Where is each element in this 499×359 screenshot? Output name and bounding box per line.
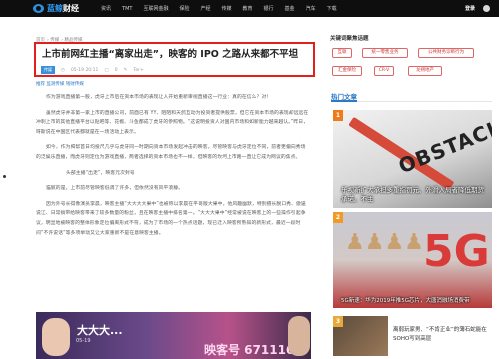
hot-article-card[interactable]: OBSTACLE 1 乐视新扩大承担多重指罚元、外滑入局者降低期货承诺。不主 bbox=[333, 110, 492, 208]
nav-item-auto[interactable]: 汽车 bbox=[306, 5, 316, 12]
nav-item-industry[interactable]: 产经 bbox=[200, 5, 210, 12]
figurines-graphic: ♟♟♟♟ bbox=[345, 230, 424, 255]
topic-tag[interactable]: 汇金保险 bbox=[332, 66, 362, 76]
rank-badge: 2 bbox=[333, 212, 343, 223]
logo-text-part1: 蓝鲸 bbox=[47, 4, 63, 13]
author-name[interactable]: Ter+ bbox=[133, 68, 143, 73]
main-nav: 资讯 TMT 互联网金融 保险 产经 传媒 教育 银行 基金 汽车 下载 bbox=[101, 0, 348, 17]
topic-tag[interactable]: 公共财务诊断行为 bbox=[418, 48, 474, 58]
hot-article-list-item[interactable]: 3 离弱玩家男、“不肯正业”的薄石蛇能在SOHO写到高层 bbox=[333, 316, 492, 359]
topic-tag[interactable]: 互联 bbox=[332, 48, 352, 58]
hot-article-caption: 乐视新扩大承担多重指罚元、外滑入局者降低期货承诺。不主 bbox=[341, 186, 484, 203]
login-link[interactable]: 登录 bbox=[465, 5, 475, 12]
hot-article-caption: 5G新速：华为2019年推5G芯片，大唐消融场消费带 bbox=[341, 298, 470, 304]
bullet-dot bbox=[3, 175, 6, 178]
hot-title-underline bbox=[331, 100, 357, 102]
nav-item-media[interactable]: 传媒 bbox=[222, 5, 232, 12]
5g-word: 5G bbox=[423, 226, 490, 277]
rank-badge: 1 bbox=[333, 110, 343, 121]
article-body: 推荐 监测传媒 钱财传媒 作为游戏直播第一股，虎牙上市后在资本市场的表现让人开始… bbox=[36, 81, 309, 244]
nav-item-insurance[interactable]: 保险 bbox=[179, 5, 189, 12]
nav-item-download[interactable]: 下载 bbox=[327, 5, 337, 12]
logo-text-part2: 财经 bbox=[63, 4, 79, 13]
rank-badge: 3 bbox=[333, 316, 343, 327]
hot-title-divider bbox=[357, 101, 492, 102]
category-badge[interactable]: 传媒 bbox=[41, 66, 55, 74]
publish-date: 05-19 20:11 bbox=[70, 67, 99, 73]
article-paragraph: 如今，作为揭帮首日均投尺几乎与虎牙同一时期向资本市场发起冲击的映客，尽管映客与虎… bbox=[36, 145, 306, 160]
author-icon: ✎ bbox=[123, 67, 128, 73]
streamer-banner-image: 大大大... 05-19 映客号 671116 bbox=[36, 312, 311, 359]
nav-item-tmt[interactable]: TMT bbox=[122, 6, 132, 12]
article-paragraph: 猫腻的是，上市前尽管映客低调了许多，但依然没有风平浪静。 bbox=[46, 186, 184, 192]
comment-icon: ▢ bbox=[104, 67, 109, 73]
streamer-face bbox=[42, 318, 70, 356]
topic-tag[interactable]: CR-V bbox=[374, 66, 394, 76]
article-meta: 传媒 ◷ 05-19 20:11 ▢ 0 ✎ Ter+ bbox=[41, 66, 150, 74]
article-paragraph: 因为外号长得像演员李晨，映客主播“大大大大果中”也被称以李晨在平哥版大果中，他风… bbox=[36, 201, 306, 236]
whale-logo-icon bbox=[33, 4, 44, 13]
nav-item-fund[interactable]: 基金 bbox=[285, 5, 295, 12]
sidebar-topics-title: 关键词聚焦话题 bbox=[330, 36, 369, 42]
top-right-actions: 登录 bbox=[465, 0, 490, 17]
hot-article-card[interactable]: ♟♟♟♟ 5G 2 5G新速：华为2019年推5G芯片，大唐消融场消费带 bbox=[333, 212, 492, 308]
top-nav-bar: 蓝鲸 财经 资讯 TMT 互联网金融 保险 产经 传媒 教育 银行 基金 汽车 … bbox=[0, 0, 499, 17]
hot-article-caption: 离弱玩家男、“不肯正业”的薄石蛇能在SOHO写到高层 bbox=[393, 327, 487, 342]
article-subheading: 头部主播“出走”，映客元次封号 bbox=[66, 170, 135, 176]
obstacle-word: OBSTACLE bbox=[394, 110, 492, 179]
comment-count[interactable]: 0 bbox=[115, 68, 118, 73]
streamer-face-2 bbox=[288, 316, 310, 356]
nav-item-internet-finance[interactable]: 互联网金融 bbox=[143, 5, 168, 12]
nav-item-education[interactable]: 教育 bbox=[243, 5, 253, 12]
banner-date: 05-19 bbox=[76, 338, 91, 344]
nav-item-news[interactable]: 资讯 bbox=[101, 5, 111, 12]
banner-account-number: 映客号 671116 bbox=[204, 343, 295, 357]
banner-streamer-name: 大大大... bbox=[77, 324, 123, 337]
article-header-highlight: 上市前网红主播“离家出走”，映客的 IPO 之路从来都不平坦 传媒 ◷ 05-1… bbox=[34, 42, 315, 77]
article-paragraph: 虽然虎牙并非第一家上市的直播公司，前面已有 YY、陌陌和天鸽互动为投资者提供股票… bbox=[36, 110, 309, 135]
nav-item-bank[interactable]: 银行 bbox=[264, 5, 274, 12]
topic-tag[interactable]: 统一零售业务 bbox=[362, 48, 408, 58]
article-tag-line[interactable]: 推荐 监测传媒 钱财传媒 bbox=[36, 81, 309, 87]
topic-tag[interactable]: 龙朔地产 bbox=[408, 66, 442, 76]
clock-icon: ◷ bbox=[61, 67, 65, 73]
user-icon[interactable] bbox=[483, 5, 490, 12]
article-title: 上市前网红主播“离家出走”，映客的 IPO 之路从来都不平坦 bbox=[42, 49, 299, 60]
site-logo[interactable]: 蓝鲸 财经 bbox=[33, 3, 79, 14]
article-paragraph: 作为游戏直播第一股，虎牙上市后在资本市场的表现让人开始重新审视直播这一行业：真的… bbox=[46, 95, 272, 100]
